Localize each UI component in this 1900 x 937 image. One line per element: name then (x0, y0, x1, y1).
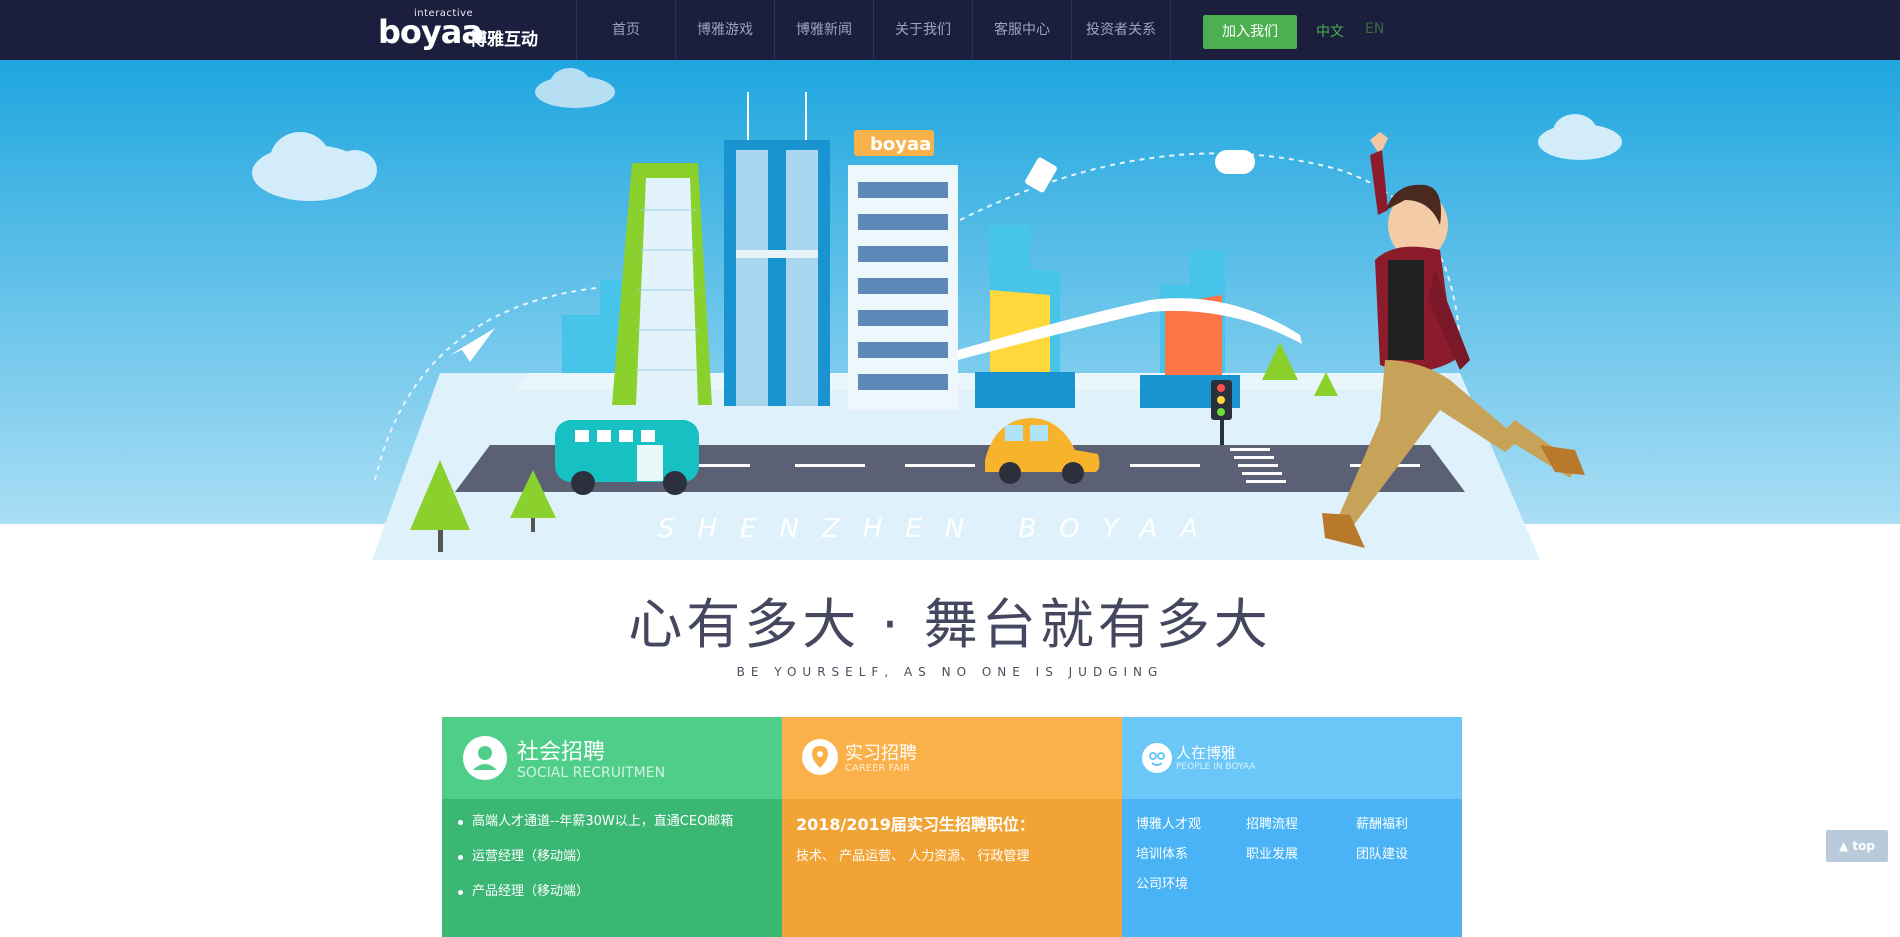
internship-positions-list[interactable]: 技术、 产品运营、 人力资源、 行政管理 (796, 845, 1029, 864)
nav-investor-relations[interactable]: 投资者关系 (1072, 0, 1171, 60)
internship-recruitment-body: 2018/2019届实习生招聘职位： 技术、 产品运营、 人力资源、 行政管理 (782, 799, 1122, 937)
link-recruitment-process[interactable]: 招聘流程 (1246, 813, 1356, 843)
link-company-environment[interactable]: 公司环境 (1136, 873, 1246, 903)
social-job-list: 高端人才通道--年薪30W以上，直通CEO邮箱 运营经理（移动端） 产品经理（移… (458, 811, 733, 916)
chevron-up-icon: ▲ (1839, 839, 1849, 853)
location-star-icon (802, 739, 838, 775)
link-training-system[interactable]: 培训体系 (1136, 843, 1246, 873)
people-in-boyaa-title: 人在博雅 (1176, 744, 1237, 762)
internship-positions-heading: 2018/2019届实习生招聘职位： (796, 815, 1035, 834)
sub-slogan: BE YOURSELF, AS NO ONE IS JUDGING (736, 665, 1164, 679)
nav-news[interactable]: 博雅新闻 (775, 0, 874, 60)
internship-recruitment-card[interactable]: 实习招聘 CAREER FAIR 2018/2019届实习生招聘职位： 技术、 … (782, 717, 1122, 937)
list-item[interactable]: 产品经理（移动端） (458, 881, 733, 916)
main-slogan: 心有多大 · 舞台就有多大 (628, 593, 1272, 656)
boyaa-face-icon (1142, 743, 1172, 773)
logo-chinese-text: 博雅互动 (470, 30, 538, 50)
gamepad-icon (1215, 150, 1255, 174)
internship-recruitment-subtitle: CAREER FAIR (845, 763, 911, 774)
hero-banner: SHENZHEN BOYAA boyaa (0, 60, 1900, 560)
language-english-link[interactable]: EN (1365, 21, 1384, 37)
internship-recruitment-header[interactable]: 实习招聘 CAREER FAIR (782, 717, 1122, 799)
list-item[interactable]: 运营经理（移动端） (458, 846, 733, 881)
city-illustration: SHENZHEN BOYAA boyaa (0, 60, 1900, 560)
nav-home[interactable]: 首页 (577, 0, 676, 60)
boyaa-sign-text: boyaa (870, 134, 931, 155)
link-team-building[interactable]: 团队建设 (1356, 843, 1466, 873)
link-talent-view[interactable]: 博雅人才观 (1136, 813, 1246, 843)
nav-customer-service[interactable]: 客服中心 (973, 0, 1072, 60)
nav-games[interactable]: 博雅游戏 (676, 0, 775, 60)
social-recruitment-body: 高端人才通道--年薪30W以上，直通CEO邮箱 运营经理（移动端） 产品经理（移… (442, 799, 782, 937)
people-links: 博雅人才观 招聘流程 薪酬福利 培训体系 职业发展 团队建设 公司环境 (1136, 813, 1466, 903)
social-recruitment-title: 社会招聘 (517, 740, 606, 765)
language-chinese-link[interactable]: 中文 (1316, 21, 1344, 41)
people-in-boyaa-card[interactable]: 人在博雅 PEOPLE IN BOYAA 博雅人才观 招聘流程 薪酬福利 培训体… (1122, 717, 1462, 937)
top-navigation-bar: interactive boyaa 博雅互动 首页 博雅游戏 博雅新闻 关于我们… (0, 0, 1900, 60)
social-recruitment-subtitle: SOCIAL RECRUITMENT (517, 765, 665, 781)
main-nav: 首页 博雅游戏 博雅新闻 关于我们 客服中心 投资者关系 (576, 0, 1171, 60)
back-to-top-label: top (1852, 839, 1875, 853)
boyaa-logo[interactable]: interactive boyaa 博雅互动 (378, 8, 544, 51)
join-us-button[interactable]: 加入我们 (1203, 15, 1297, 49)
back-to-top-button[interactable]: ▲ top (1826, 830, 1888, 862)
link-compensation-benefits[interactable]: 薪酬福利 (1356, 813, 1466, 843)
people-in-boyaa-body: 博雅人才观 招聘流程 薪酬福利 培训体系 职业发展 团队建设 公司环境 (1122, 799, 1462, 937)
recruitment-cards: 社会招聘 SOCIAL RECRUITMENT 高端人才通道--年薪30W以上，… (442, 717, 1462, 937)
list-item[interactable]: 高端人才通道--年薪30W以上，直通CEO邮箱 (458, 811, 733, 846)
social-recruitment-header[interactable]: 社会招聘 SOCIAL RECRUITMENT (442, 717, 782, 799)
people-in-boyaa-header[interactable]: 人在博雅 PEOPLE IN BOYAA (1122, 717, 1462, 799)
social-recruitment-card[interactable]: 社会招聘 SOCIAL RECRUITMENT 高端人才通道--年薪30W以上，… (442, 717, 782, 937)
person-icon (463, 736, 507, 780)
logo-boyaa-text: boyaa (378, 13, 483, 51)
people-in-boyaa-subtitle: PEOPLE IN BOYAA (1176, 762, 1256, 772)
nav-about[interactable]: 关于我们 (874, 0, 973, 60)
link-career-development[interactable]: 职业发展 (1246, 843, 1356, 873)
road-text: SHENZHEN BOYAA (658, 514, 1221, 544)
internship-recruitment-title: 实习招聘 (845, 743, 917, 764)
